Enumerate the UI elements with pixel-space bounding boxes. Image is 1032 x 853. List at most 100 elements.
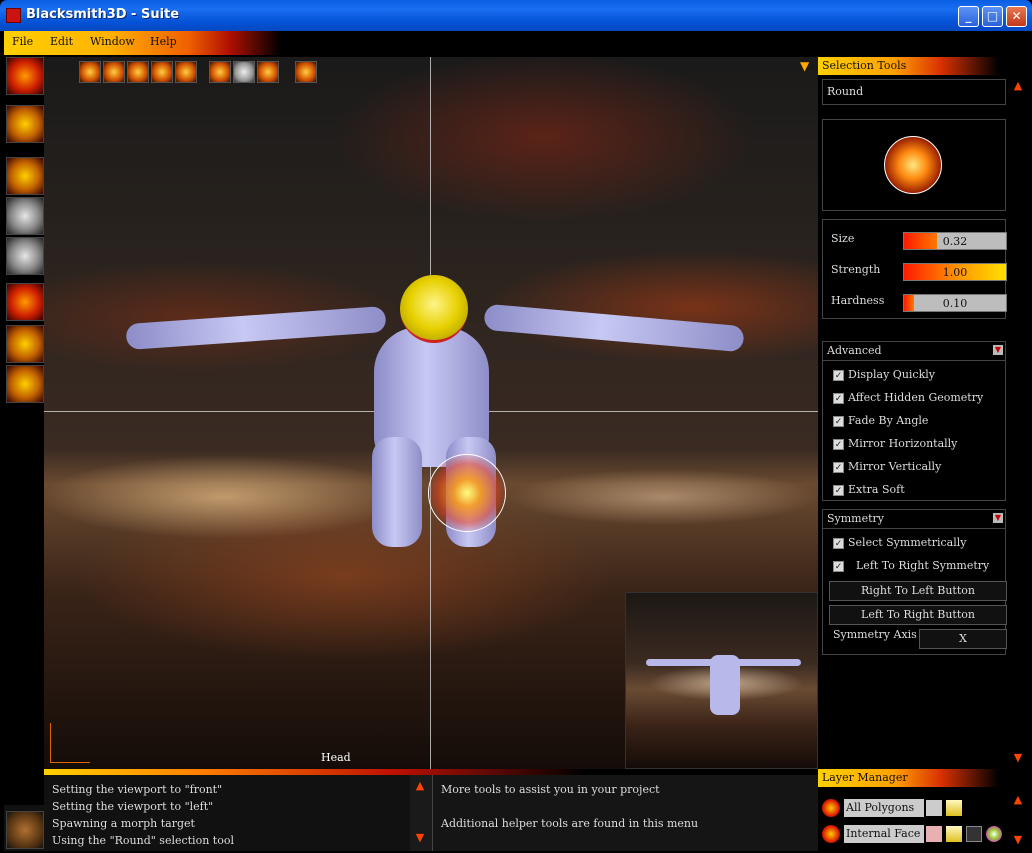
symmetry-section: Symmetry ▼ ✓ Select Symmetrically ✓ Left T… xyxy=(822,509,1007,655)
option-label: Select Symmetrically xyxy=(848,536,967,549)
scroll-down-icon[interactable]: ▼ xyxy=(1010,833,1026,847)
layer-eye-icon[interactable] xyxy=(986,826,1002,842)
preview-viewport[interactable] xyxy=(625,592,818,769)
option-fade-by-angle[interactable]: ✓ Fade By Angle xyxy=(833,414,928,430)
option-mirror-vertically[interactable]: ✓ Mirror Vertically xyxy=(833,460,941,476)
collapse-symmetry-icon[interactable]: ▼ xyxy=(993,513,1003,523)
hardness-slider[interactable]: 0.10 xyxy=(903,294,1007,312)
brush-type-section: Round xyxy=(822,79,1006,105)
selection-tools-panel: Selection Tools Round Size 0.32 Strength… xyxy=(818,57,1008,769)
page-icon[interactable] xyxy=(233,61,255,83)
symmetry-title: Symmetry xyxy=(827,512,885,525)
option-extra-soft[interactable]: ✓ Extra Soft xyxy=(833,483,905,499)
layer-row[interactable]: All Polygons xyxy=(822,797,1004,819)
layer-color-swatch[interactable] xyxy=(926,800,942,816)
panel-scrollbar[interactable]: ▲ ▼ xyxy=(1008,57,1028,769)
size-slider[interactable]: 0.32 xyxy=(903,232,1007,250)
divider xyxy=(823,528,1005,529)
rotate-icon[interactable] xyxy=(151,61,173,83)
brush-tool-icon[interactable] xyxy=(6,325,44,363)
layer-page-icon[interactable] xyxy=(946,800,962,816)
paint-tools-icon[interactable] xyxy=(6,157,44,195)
symmetry-axis-select[interactable]: X xyxy=(919,629,1007,649)
symmetry-axis-label: Symmetry Axis xyxy=(833,628,917,641)
right-to-left-button[interactable]: Right To Left Button xyxy=(829,581,1007,601)
model-left-leg xyxy=(372,437,422,547)
brush-type-label[interactable]: Round xyxy=(827,85,863,98)
scroll-up-icon[interactable]: ▲ xyxy=(1010,79,1026,93)
layer-page-icon[interactable] xyxy=(946,826,962,842)
option-mirror-horizontally[interactable]: ✓ Mirror Horizontally xyxy=(833,437,957,453)
message-log: Setting the viewport to "front" Setting … xyxy=(44,775,410,851)
option-display-quickly[interactable]: ✓ Display Quickly xyxy=(833,368,935,384)
pan-icon[interactable] xyxy=(127,61,149,83)
option-label: Left To Right Symmetry xyxy=(856,559,990,572)
scroll-up-icon[interactable]: ▲ xyxy=(1010,793,1026,807)
divider xyxy=(823,360,1005,361)
camera-icon[interactable] xyxy=(257,61,279,83)
option-label: Fade By Angle xyxy=(848,414,929,427)
left-to-right-button[interactable]: Left To Right Button xyxy=(829,605,1007,625)
layer-name[interactable]: Internal Face M xyxy=(844,825,924,843)
scroll-up-icon[interactable]: ▲ xyxy=(412,779,428,793)
menu-edit[interactable]: Edit xyxy=(50,35,73,48)
brush-sliders-section: Size 0.32 Strength 1.00 Hardness 0.10 xyxy=(822,219,1007,319)
strength-label: Strength xyxy=(831,263,881,276)
menu-help[interactable]: Help xyxy=(150,35,177,48)
model-left-arm xyxy=(125,305,387,351)
menu-window[interactable]: Window xyxy=(90,35,135,48)
morph-tools-icon[interactable] xyxy=(6,105,44,143)
gear-icon[interactable] xyxy=(295,61,317,83)
help-line: Additional helper tools are found in thi… xyxy=(441,817,699,830)
move-icon[interactable] xyxy=(79,61,101,83)
scroll-down-icon[interactable]: ▼ xyxy=(412,831,428,845)
helper-tools-icon[interactable] xyxy=(6,365,44,403)
option-label: Extra Soft xyxy=(848,483,905,496)
option-affect-hidden-geometry[interactable]: ✓ Affect Hidden Geometry xyxy=(833,391,983,407)
close-button[interactable]: ✕ xyxy=(1006,6,1027,27)
3d-viewport[interactable]: ▼ Head xyxy=(44,57,818,769)
checkbox-checked-icon[interactable]: ✓ xyxy=(833,392,844,404)
checkbox-checked-icon[interactable]: ✓ xyxy=(833,415,844,427)
checkbox-checked-icon[interactable]: ✓ xyxy=(833,461,844,473)
log-scrollbar[interactable]: ▲ ▼ xyxy=(410,775,432,851)
checkbox-checked-icon[interactable]: ✓ xyxy=(833,369,844,381)
panel-header: Selection Tools xyxy=(818,57,1008,75)
checkbox-checked-icon[interactable]: ✓ xyxy=(833,560,844,572)
barrel-icon[interactable] xyxy=(6,811,44,849)
layer-row[interactable]: Internal Face M xyxy=(822,823,1004,845)
layer-name[interactable]: All Polygons xyxy=(844,799,924,817)
layer-visibility-icon[interactable] xyxy=(822,799,840,817)
strength-slider[interactable]: 1.00 xyxy=(903,263,1007,281)
layer-color-swatch[interactable] xyxy=(926,826,942,842)
layer-manager: Layer Manager All Polygons Internal Face… xyxy=(818,769,1032,853)
hardness-label: Hardness xyxy=(831,294,885,307)
option-select-symmetrically[interactable]: ✓ Select Symmetrically xyxy=(833,536,966,552)
menu-file[interactable]: File xyxy=(12,35,33,48)
layer-visibility-icon[interactable] xyxy=(822,825,840,843)
layer-scrollbar[interactable]: ▲ ▼ xyxy=(1008,787,1028,853)
option-left-to-right-symmetry[interactable]: ✓ Left To Right Symmetry xyxy=(833,559,989,575)
zoom-icon[interactable] xyxy=(175,61,197,83)
hardness-value: 0.10 xyxy=(942,297,968,310)
checkbox-checked-icon[interactable]: ✓ xyxy=(833,537,844,549)
window-title: Blacksmith3D - Suite xyxy=(26,7,180,22)
app-icon[interactable] xyxy=(6,8,21,23)
select-arrow-icon[interactable] xyxy=(103,61,125,83)
minimize-button[interactable]: _ xyxy=(958,6,979,27)
face-icon[interactable] xyxy=(209,61,231,83)
model-head-selected[interactable] xyxy=(400,275,468,343)
scroll-down-icon[interactable]: ▼ xyxy=(1010,751,1026,765)
checkbox-checked-icon[interactable]: ✓ xyxy=(833,484,844,496)
fire-effects-icon[interactable] xyxy=(6,283,44,321)
maximize-button[interactable]: □ xyxy=(982,6,1003,27)
checkbox-checked-icon[interactable]: ✓ xyxy=(833,438,844,450)
collapse-advanced-icon[interactable]: ▼ xyxy=(993,345,1003,355)
triangle-down-icon[interactable]: ▼ xyxy=(800,59,814,73)
body-morph-icon[interactable] xyxy=(6,237,44,275)
selection-tools-icon[interactable] xyxy=(6,57,44,95)
left-toolbar-bottom xyxy=(4,805,44,851)
left-toolbar xyxy=(4,55,44,769)
layer-wand-icon[interactable] xyxy=(966,826,982,842)
head-morph-icon[interactable] xyxy=(6,197,44,235)
